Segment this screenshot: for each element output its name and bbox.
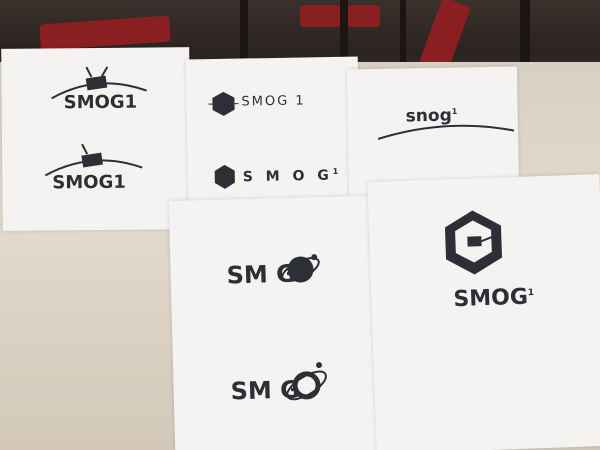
chair-leg	[400, 0, 406, 65]
globe-icon	[286, 362, 327, 401]
chair-leg	[520, 0, 530, 70]
hexagon-icon	[208, 91, 239, 116]
logo-sheet: SMOG 1 S M O G1	[185, 56, 361, 208]
logo-sheet: SM G SM G	[168, 195, 398, 450]
logo-wordmark: S M O G1	[242, 166, 343, 186]
logo-wordmark: SMOG 1	[241, 93, 306, 110]
logo-wordmark: SMOG1	[63, 91, 138, 114]
chair-leg	[340, 0, 348, 60]
hexagon-satellite-icon	[444, 210, 503, 275]
logo-sheet: SMOG1 SMOG1	[1, 47, 191, 231]
red-chair-back	[39, 15, 171, 51]
logo-wordmark: SMOG1	[453, 284, 535, 313]
logo-sheet: SMOG1	[367, 174, 600, 450]
hexagon-icon	[214, 164, 235, 189]
logo-wordmark: SMOG1	[52, 171, 126, 194]
orbit-swoosh-icon	[377, 124, 515, 140]
photo-scene: SMOG1 SMOG1 SMOG 1 S M O G1 snog1 SM G S…	[0, 0, 600, 450]
globe-icon	[281, 254, 320, 283]
